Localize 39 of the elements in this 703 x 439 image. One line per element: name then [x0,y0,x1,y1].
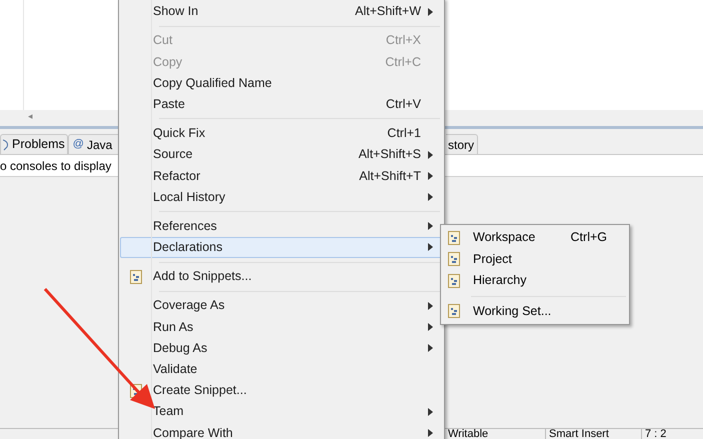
submenu-arrow-icon [428,8,433,16]
status-field: Smart Insert [545,429,641,439]
menu-item[interactable]: Paste Ctrl+V [120,94,444,115]
panel-tab[interactable]: story [446,134,478,154]
submenu-arrow-icon [428,222,433,230]
document-icon [448,252,460,266]
submenu-arrow-icon [428,193,433,202]
snippet-icon [130,270,142,284]
submenu-arrow-icon [428,428,433,437]
menu-item[interactable]: References [120,216,444,237]
status-field: 7 : 2 [641,429,701,439]
document-icon [448,274,460,288]
problems-icon [3,138,9,150]
menu-item[interactable]: Show In Alt+Shift+W [120,1,444,22]
console-message: o consoles to display [0,158,112,174]
document-icon [448,230,460,245]
menu-item[interactable]: Hierarchy [441,270,629,292]
submenu-arrow-icon [428,302,433,310]
submenu-arrow-icon [428,243,433,252]
menu-item[interactable]: Team [120,401,444,422]
menu-item[interactable]: Run As [120,316,444,338]
menu-item[interactable]: Working Set... [441,300,629,322]
submenu-arrow-icon [428,172,433,180]
submenu-arrow-icon [428,344,433,352]
menu-item[interactable]: Coverage As [120,295,444,316]
document-icon [448,304,460,318]
menu-item[interactable]: Local History [120,186,444,208]
menu-item[interactable]: Project [441,248,629,270]
menu-item[interactable]: Debug As [120,338,444,359]
menu-item[interactable]: Add to Snippets... [120,266,444,288]
menu-item[interactable]: Refactor Alt+Shift+T [120,165,444,186]
panel-tab[interactable]: Problems [0,134,68,154]
submenu-arrow-icon [428,150,433,159]
submenu-arrow-icon [428,323,433,332]
menu-item[interactable]: Workspace Ctrl+G [441,227,629,248]
menu-item[interactable]: Validate [120,358,444,380]
menu-item[interactable]: Copy Qualified Name [120,72,444,94]
submenu-arrow-icon [428,408,433,416]
menu-item[interactable]: Compare With [120,422,444,439]
